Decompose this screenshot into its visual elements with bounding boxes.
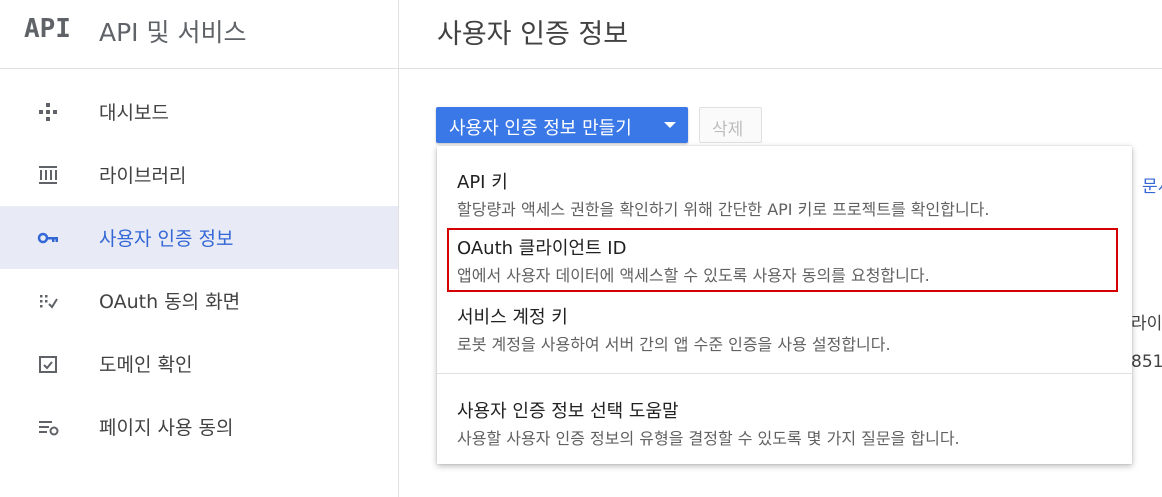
page-title: 사용자 인증 정보 — [437, 19, 629, 50]
caret-down-icon — [664, 122, 676, 128]
menu-item-help-me-choose[interactable]: 사용자 인증 정보 선택 도움말 사용할 사용자 인증 정보의 유형을 결정할 … — [437, 397, 1132, 453]
page-usage-icon — [39, 421, 59, 436]
sidebar-item-label: OAuth 동의 화면 — [99, 291, 241, 313]
delete-button[interactable]: 삭제 — [699, 107, 762, 143]
library-icon — [39, 166, 57, 184]
sidebar-item-page-usage[interactable]: 페이지 사용 동의 — [0, 395, 398, 458]
menu-item-api-key[interactable]: API 키 할당량과 액세스 권한을 확인하기 위해 간단한 API 키로 프로… — [437, 168, 1132, 224]
main-header: 사용자 인증 정보 — [399, 0, 1162, 69]
menu-item-title: 서비스 계정 키 — [457, 307, 568, 328]
oauth-consent-icon — [40, 295, 58, 309]
menu-item-description: 로봇 계정을 사용하여 서버 간의 앱 수준 인증을 사용 설정합니다. — [457, 335, 891, 354]
sidebar-item-label: 사용자 인증 정보 — [99, 228, 234, 250]
dashboard-icon — [39, 103, 57, 121]
create-credentials-button[interactable]: 사용자 인증 정보 만들기 — [436, 107, 688, 143]
sidebar-item-oauth-consent[interactable]: OAuth 동의 화면 — [0, 269, 398, 332]
key-icon — [37, 232, 58, 244]
create-credentials-menu: API 키 할당량과 액세스 권한을 확인하기 위해 간단한 API 키로 프로… — [437, 146, 1132, 464]
sidebar-item-label: 대시보드 — [99, 102, 169, 124]
clipped-link[interactable]: 문서 — [1142, 172, 1162, 197]
create-credentials-label: 사용자 인증 정보 만들기 — [449, 118, 632, 139]
sidebar: API API 및 서비스 대시보드 라이브러리 사용자 인증 정보 OAuth… — [0, 0, 399, 497]
sidebar-item-domain-verify[interactable]: 도메인 확인 — [0, 332, 398, 395]
sidebar-item-credentials[interactable]: 사용자 인증 정보 — [0, 206, 398, 269]
clipped-column-header: 라이 — [1131, 314, 1162, 334]
api-logo[interactable]: API — [24, 14, 71, 44]
sidebar-item-label: 도메인 확인 — [99, 354, 193, 376]
sidebar-item-dashboard[interactable]: 대시보드 — [0, 80, 398, 143]
menu-item-title: API 키 — [457, 172, 508, 193]
menu-item-description: 사용할 사용자 인증 정보의 유형을 결정할 수 있도록 몇 가지 질문을 합니… — [457, 429, 960, 448]
menu-item-title: 사용자 인증 정보 선택 도움말 — [457, 401, 679, 422]
sidebar-header: API API 및 서비스 — [0, 0, 398, 69]
delete-label: 삭제 — [712, 120, 744, 140]
menu-divider — [437, 373, 1132, 374]
highlight-annotation-box — [447, 228, 1118, 292]
sidebar-item-library[interactable]: 라이브러리 — [0, 143, 398, 206]
menu-item-service-account-key[interactable]: 서비스 계정 키 로봇 계정을 사용하여 서버 간의 앱 수준 인증을 사용 설… — [437, 303, 1132, 359]
domain-verify-icon — [39, 356, 57, 373]
sidebar-item-label: 페이지 사용 동의 — [99, 417, 234, 439]
sidebar-title[interactable]: API 및 서비스 — [99, 13, 246, 49]
sidebar-item-label: 라이브러리 — [99, 165, 187, 187]
sidebar-nav: 대시보드 라이브러리 사용자 인증 정보 OAuth 동의 화면 도메인 확인 … — [0, 80, 398, 458]
clipped-cell: 851 — [1131, 352, 1162, 372]
menu-item-description: 할당량과 액세스 권한을 확인하기 위해 간단한 API 키로 프로젝트를 확인… — [457, 200, 990, 219]
